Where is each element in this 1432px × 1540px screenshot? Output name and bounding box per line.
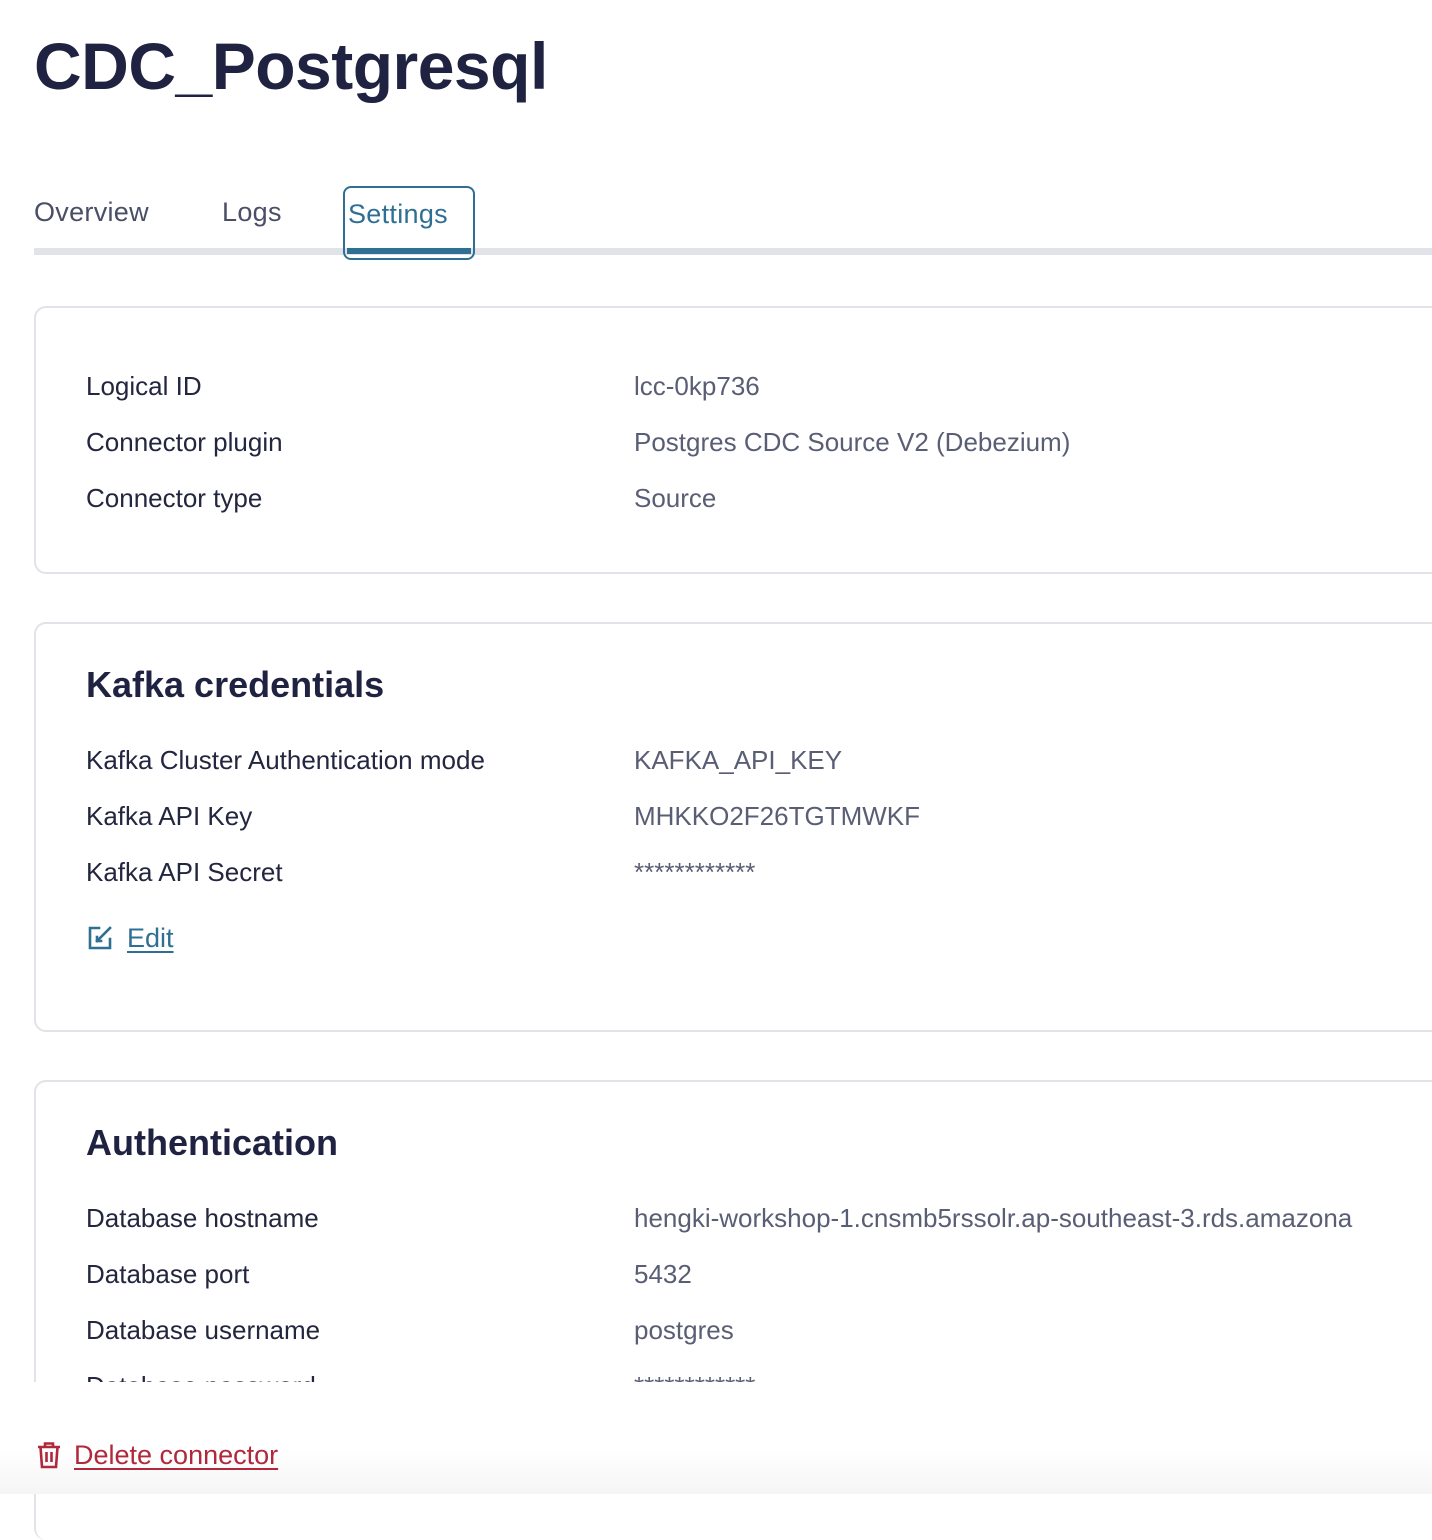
detail-value: 5432	[634, 1259, 692, 1289]
detail-value: ************	[634, 857, 756, 887]
trash-icon	[38, 1442, 60, 1469]
detail-row-database-hostname: Database hostname hengki-workshop-1.cnsm…	[86, 1200, 1432, 1236]
tab-logs[interactable]: Logs	[222, 186, 282, 260]
detail-value: lcc-0kp736	[634, 371, 760, 401]
tab-overview[interactable]: Overview	[34, 186, 149, 260]
active-tab-indicator	[347, 248, 471, 254]
edit-kafka-credentials-link[interactable]: Edit	[86, 920, 174, 956]
detail-row-database-port: Database port 5432	[86, 1256, 1432, 1292]
detail-value: Source	[634, 483, 717, 513]
delete-connector-link[interactable]: Delete connector	[36, 1436, 278, 1474]
detail-label: Database hostname	[86, 1203, 319, 1233]
tab-settings-label: Settings	[348, 199, 448, 229]
detail-row-connector-type: Connector type Source	[86, 480, 1432, 516]
detail-row-connector-plugin: Connector plugin Postgres CDC Source V2 …	[86, 424, 1432, 460]
detail-value: hengki-workshop-1.cnsmb5rssolr.ap-southe…	[634, 1203, 1353, 1233]
kafka-credentials-heading: Kafka credentials	[86, 664, 385, 705]
detail-row-kafka-auth-mode: Kafka Cluster Authentication mode KAFKA_…	[86, 742, 1432, 778]
detail-row-logical-id: Logical ID lcc-0kp736	[86, 368, 1432, 404]
page-title: CDC_Postgresql	[34, 29, 548, 103]
detail-label: Database port	[86, 1259, 250, 1289]
detail-label: Kafka API Key	[86, 801, 253, 831]
tab-bar: Overview Logs Settings	[34, 186, 1432, 260]
detail-label: Connector type	[86, 483, 263, 513]
detail-label: Database username	[86, 1315, 321, 1345]
detail-row-kafka-api-secret: Kafka API Secret ************	[86, 854, 1432, 890]
kafka-credentials-card: Kafka credentials Kafka Cluster Authenti…	[34, 622, 1432, 1032]
detail-value: postgres	[634, 1315, 734, 1345]
detail-row-kafka-api-key: Kafka API Key MHKKO2F26TGTMWKF	[86, 798, 1432, 834]
detail-label: Logical ID	[86, 371, 202, 401]
tab-settings[interactable]: Settings	[343, 186, 475, 260]
detail-label: Connector plugin	[86, 427, 283, 457]
detail-value: MHKKO2F26TGTMWKF	[634, 801, 921, 831]
detail-label: Kafka API Secret	[86, 857, 283, 887]
detail-value: KAFKA_API_KEY	[634, 745, 843, 775]
detail-label: Kafka Cluster Authentication mode	[86, 745, 485, 775]
delete-connector-label: Delete connector	[74, 1439, 279, 1470]
edit-label: Edit	[127, 922, 174, 953]
edit-icon	[88, 926, 112, 950]
authentication-heading: Authentication	[86, 1122, 338, 1163]
detail-value: Postgres CDC Source V2 (Debezium)	[634, 427, 1071, 457]
detail-row-database-username: Database username postgres	[86, 1312, 1432, 1348]
general-settings-card: Logical ID lcc-0kp736 Connector plugin P…	[34, 306, 1432, 574]
